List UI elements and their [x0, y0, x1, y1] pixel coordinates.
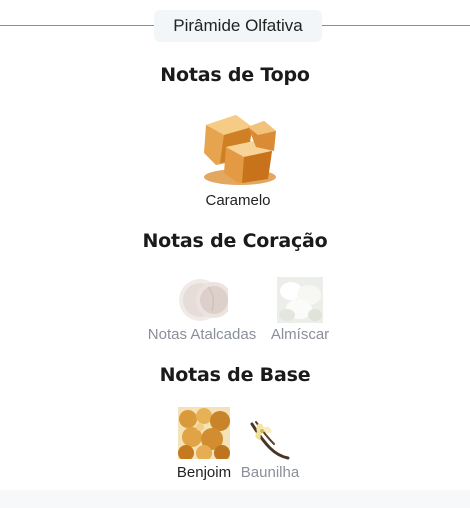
bottom-divider — [0, 490, 470, 508]
section-title-base: Notas de Base — [159, 364, 311, 386]
note-label: Almíscar — [270, 326, 330, 343]
note-item-almiscar: Almíscar — [264, 326, 336, 343]
note-item-caramelo: Caramelo — [188, 192, 288, 209]
note-item-notas-atalcadas: Notas Atalcadas — [140, 326, 264, 343]
caramel-image — [196, 107, 280, 189]
vanilla-image — [248, 418, 292, 460]
powder-image — [178, 277, 232, 323]
note-label: Caramelo — [205, 192, 271, 209]
musk-image — [277, 277, 323, 323]
note-label: Notas Atalcadas — [147, 326, 257, 343]
page-title: Pirâmide Olfativa — [154, 10, 322, 42]
note-item-baunilha: Baunilha — [232, 464, 308, 481]
section-title-top: Notas de Topo — [160, 64, 310, 86]
note-label: Baunilha — [240, 464, 300, 481]
section-title-heart: Notas de Coração — [142, 230, 328, 252]
benzoin-image — [178, 407, 230, 461]
